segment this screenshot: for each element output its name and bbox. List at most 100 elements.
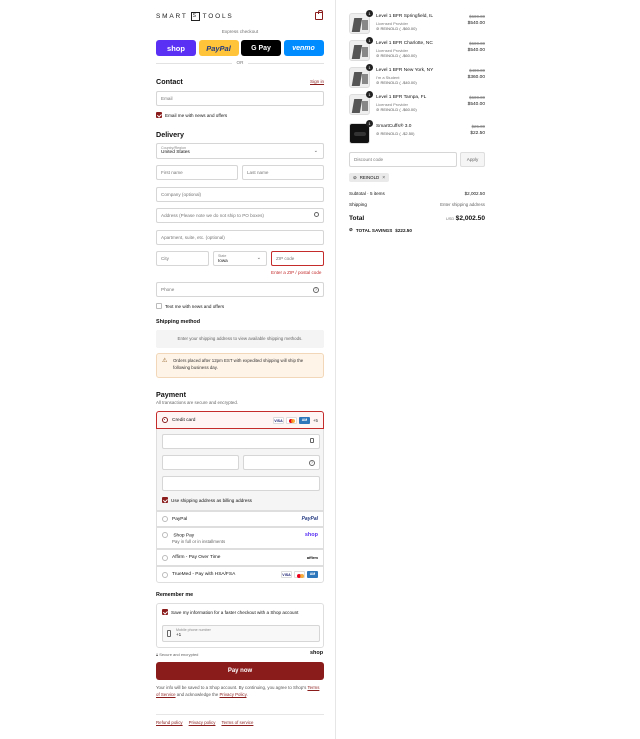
product-discount-code: REINOLD ( -$2.50)	[380, 130, 415, 136]
amex-icon: AM	[307, 571, 318, 578]
discounted-price: $540.00	[467, 101, 485, 107]
paypal-label: PayPal	[172, 516, 188, 522]
product-discount: ⊘ REINOLD ( -$60.00)	[376, 53, 417, 58]
apply-discount-button[interactable]: Apply	[460, 152, 485, 167]
sign-in-link[interactable]: Sign in	[310, 79, 324, 84]
email-news-checkbox-row[interactable]: Email me with news and offers	[156, 112, 227, 118]
order-item: 1 SmartCuffs® 3.0 ⊘ REINOLD ( -$2.50) $25.0…	[349, 120, 485, 145]
payment-option-credit-card[interactable]: Credit card VISA AM +5	[156, 411, 324, 429]
google-pay-express-button[interactable]: G Pay	[241, 40, 281, 56]
phone-placeholder: Phone	[161, 287, 175, 292]
total-value: $2,002.50	[455, 215, 485, 222]
payment-option-truemed[interactable]: TrueMed - Pay with HSA/FSA VISA AM	[156, 566, 324, 583]
mobile-phone-field[interactable]: Mobile phone number +1	[162, 625, 320, 642]
refund-policy-link[interactable]: Refund policy	[156, 720, 183, 725]
legal-text-and: and acknowledge the	[176, 691, 219, 697]
payment-option-paypal[interactable]: PayPal PayPal	[156, 511, 324, 527]
truemed-radio[interactable]	[162, 571, 168, 578]
quantity-badge: 1	[366, 64, 373, 71]
product-discount-code: REINOLD ( -$60.00)	[380, 26, 417, 31]
discounted-price: $540.00	[467, 20, 485, 26]
save-info-checkbox-row[interactable]: Save my information for a faster checkou…	[162, 609, 298, 615]
email-field[interactable]: Email	[156, 91, 324, 106]
total-value-row: USD $2,002.50	[420, 215, 485, 222]
product-variant: Licensed Provider	[376, 101, 409, 107]
credit-card-form: ? Use shipping address as billing addres…	[156, 429, 324, 511]
paypal-logo: PayPal	[301, 516, 318, 522]
company-field[interactable]: Company (optional)	[156, 187, 324, 202]
or-divider-label: OR	[232, 60, 248, 65]
country-select[interactable]: Country/Region United States ⌄	[156, 143, 324, 159]
payment-option-shop-pay[interactable]: Shop Pay Pay in full or in installments …	[156, 527, 324, 549]
card-number-field[interactable]	[162, 434, 320, 449]
text-news-label: Text me with news and offers	[165, 303, 225, 309]
first-name-field[interactable]: First name	[156, 165, 238, 180]
billing-address-label: Use shipping address as billing address	[171, 497, 252, 503]
warning-icon: ⚠	[162, 358, 168, 364]
discounted-price: $22.50	[470, 130, 485, 136]
subtotal-label: Subtotal · 5 items	[349, 191, 385, 196]
text-news-checkbox-row[interactable]: Text me with news and offers	[156, 303, 224, 309]
order-item: 1 Level 1 BFR Springfield, IL Licensed Pro…	[349, 10, 485, 35]
expiration-date-field[interactable]	[162, 455, 239, 470]
chevron-down-icon: ⌄	[313, 148, 318, 154]
product-variant: I'm a Student	[376, 74, 400, 80]
product-variant: Licensed Provider	[376, 20, 409, 26]
billing-address-checkbox[interactable]	[162, 497, 168, 503]
product-discount: ⊘ REINOLD ( -$60.00)	[376, 26, 417, 31]
help-icon[interactable]: ?	[313, 286, 319, 293]
security-code-field[interactable]: ?	[243, 455, 320, 470]
amex-icon: AM	[298, 416, 310, 424]
shipping-notice: ⚠ Orders placed after 12pm EST with expe…	[156, 353, 324, 378]
applied-discount-tag: ⊘ REINOLD ×	[349, 173, 390, 182]
express-checkout-label: Express checkout	[221, 29, 259, 34]
product-name: Level 1 BFR Charlotte, NC	[376, 41, 433, 46]
shopping-bag-icon[interactable]	[315, 9, 323, 20]
paypal-radio[interactable]	[162, 516, 168, 522]
mastercard-icon	[285, 416, 297, 424]
pay-now-button[interactable]: Pay now	[156, 662, 324, 680]
zip-code-field[interactable]: ZIP code	[271, 251, 324, 266]
shop-pay-radio[interactable]	[162, 532, 168, 538]
apartment-field[interactable]: Apartment, suite, etc. (optional)	[156, 230, 324, 245]
product-discount-code: REINOLD ( -$40.00)	[380, 80, 417, 85]
phone-field[interactable]: Phone ?	[156, 282, 324, 297]
credit-card-label: Credit card	[172, 417, 196, 423]
city-field[interactable]: City	[156, 251, 209, 266]
legal-text: Your info will be saved to a Shop accoun…	[156, 685, 307, 690]
secure-encrypted-text: Secure and encrypted	[159, 652, 199, 657]
more-cards-count: +5	[312, 417, 318, 423]
store-logo[interactable]: SMART S TOOLS	[156, 12, 234, 21]
help-icon[interactable]: ?	[309, 459, 315, 466]
visa-icon: VISA	[272, 416, 284, 424]
save-info-label: Save my information for a faster checkou…	[171, 609, 299, 615]
name-on-card-field[interactable]	[162, 476, 320, 491]
shop-logo: shop	[310, 650, 324, 656]
mobile-phone-value: +1	[176, 632, 182, 637]
total-savings-value: $222.50	[395, 227, 412, 233]
credit-card-radio[interactable]	[162, 417, 168, 423]
discounted-price: $360.00	[467, 74, 485, 80]
affirm-label: Affirm - Pay Over Time	[172, 555, 221, 560]
payment-option-affirm[interactable]: Affirm - Pay Over Time affirm	[156, 549, 324, 566]
remove-discount-icon[interactable]: ×	[382, 175, 385, 181]
billing-address-checkbox-row[interactable]: Use shipping address as billing address	[162, 497, 252, 503]
terms-of-service-footer-link[interactable]: Terms of service	[221, 720, 253, 725]
shop-pay-express-button[interactable]: shop	[156, 40, 196, 56]
text-news-checkbox[interactable]	[156, 303, 162, 309]
email-news-checkbox[interactable]	[156, 112, 162, 118]
affirm-radio[interactable]	[162, 554, 168, 561]
original-price: $600.00	[469, 95, 485, 100]
address-field[interactable]: Address (Please note we do not ship to P…	[156, 208, 324, 223]
venmo-express-button[interactable]: venmo	[283, 40, 324, 56]
logo-text-left: SMART	[156, 13, 188, 20]
last-name-field[interactable]: Last name	[242, 165, 324, 180]
privacy-policy-link[interactable]: Privacy Policy	[220, 692, 247, 697]
state-select[interactable]: State Iowa ⌄	[213, 251, 267, 266]
state-value: Iowa	[218, 258, 228, 263]
discount-code-field[interactable]: Discount code	[349, 152, 457, 167]
save-info-checkbox[interactable]	[162, 609, 168, 615]
discounted-price: $540.00	[467, 47, 485, 53]
privacy-policy-footer-link[interactable]: Privacy policy	[189, 720, 216, 725]
paypal-express-button[interactable]: PayPal	[198, 40, 239, 56]
